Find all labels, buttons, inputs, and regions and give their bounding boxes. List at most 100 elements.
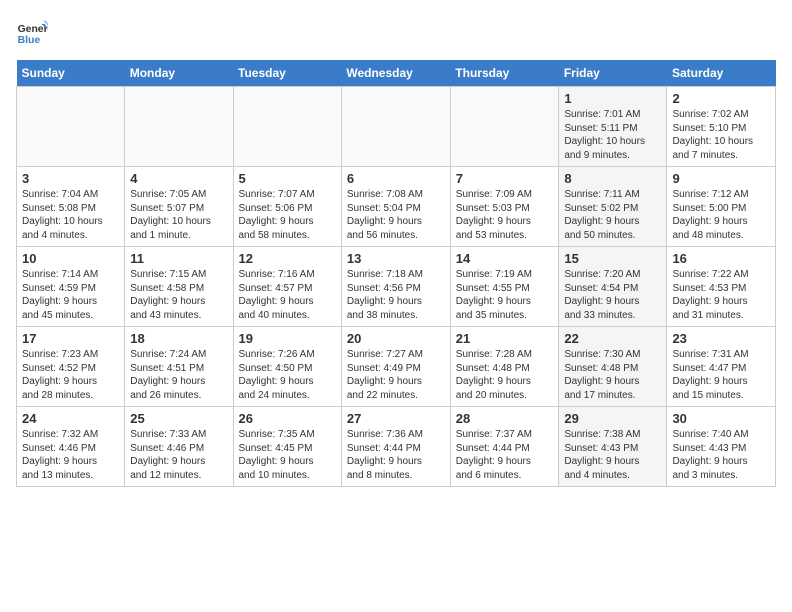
day-info: Sunrise: 7:12 AM Sunset: 5:00 PM Dayligh… [672, 188, 770, 242]
calendar-day-cell: 12 Sunrise: 7:16 AM Sunset: 4:57 PM Dayli… [233, 247, 341, 327]
day-info: Sunrise: 7:01 AM Sunset: 5:11 PM Dayligh… [564, 108, 661, 162]
calendar-day-cell: 23 Sunrise: 7:31 AM Sunset: 4:47 PM Dayli… [667, 327, 776, 407]
day-info: Sunrise: 7:30 AM Sunset: 4:48 PM Dayligh… [564, 348, 661, 402]
svg-text:Blue: Blue [18, 35, 41, 46]
calendar-day-cell: 4 Sunrise: 7:05 AM Sunset: 5:07 PM Daylig… [125, 167, 233, 247]
calendar-week-row: 24 Sunrise: 7:32 AM Sunset: 4:46 PM Dayli… [17, 407, 776, 487]
calendar-day-cell [17, 87, 125, 167]
logo: General Blue [16, 16, 48, 48]
calendar-day-cell [341, 87, 450, 167]
day-number: 10 [22, 251, 119, 266]
calendar-day-cell: 18 Sunrise: 7:24 AM Sunset: 4:51 PM Dayli… [125, 327, 233, 407]
calendar-day-cell: 11 Sunrise: 7:15 AM Sunset: 4:58 PM Dayli… [125, 247, 233, 327]
calendar-table: SundayMondayTuesdayWednesdayThursdayFrid… [16, 60, 776, 487]
day-number: 23 [672, 331, 770, 346]
calendar-day-cell: 20 Sunrise: 7:27 AM Sunset: 4:49 PM Dayli… [341, 327, 450, 407]
weekday-header-friday: Friday [559, 60, 667, 87]
calendar-week-row: 3 Sunrise: 7:04 AM Sunset: 5:08 PM Daylig… [17, 167, 776, 247]
day-number: 11 [130, 251, 227, 266]
calendar-day-cell: 29 Sunrise: 7:38 AM Sunset: 4:43 PM Dayli… [559, 407, 667, 487]
day-number: 24 [22, 411, 119, 426]
day-number: 28 [456, 411, 554, 426]
day-number: 7 [456, 171, 554, 186]
calendar-day-cell: 13 Sunrise: 7:18 AM Sunset: 4:56 PM Dayli… [341, 247, 450, 327]
day-info: Sunrise: 7:26 AM Sunset: 4:50 PM Dayligh… [239, 348, 336, 402]
calendar-day-cell: 8 Sunrise: 7:11 AM Sunset: 5:02 PM Daylig… [559, 167, 667, 247]
day-number: 8 [564, 171, 661, 186]
weekday-header-saturday: Saturday [667, 60, 776, 87]
day-info: Sunrise: 7:28 AM Sunset: 4:48 PM Dayligh… [456, 348, 554, 402]
day-info: Sunrise: 7:14 AM Sunset: 4:59 PM Dayligh… [22, 268, 119, 322]
day-info: Sunrise: 7:05 AM Sunset: 5:07 PM Dayligh… [130, 188, 227, 242]
day-number: 21 [456, 331, 554, 346]
day-info: Sunrise: 7:24 AM Sunset: 4:51 PM Dayligh… [130, 348, 227, 402]
day-info: Sunrise: 7:11 AM Sunset: 5:02 PM Dayligh… [564, 188, 661, 242]
day-info: Sunrise: 7:02 AM Sunset: 5:10 PM Dayligh… [672, 108, 770, 162]
day-info: Sunrise: 7:38 AM Sunset: 4:43 PM Dayligh… [564, 428, 661, 482]
day-info: Sunrise: 7:16 AM Sunset: 4:57 PM Dayligh… [239, 268, 336, 322]
day-number: 17 [22, 331, 119, 346]
day-number: 1 [564, 91, 661, 106]
day-number: 29 [564, 411, 661, 426]
calendar-day-cell: 7Sunrise: 7:09 AM Sunset: 5:03 PM Daylig… [450, 167, 559, 247]
day-number: 5 [239, 171, 336, 186]
calendar-day-cell: 27 Sunrise: 7:36 AM Sunset: 4:44 PM Dayli… [341, 407, 450, 487]
calendar-day-cell [125, 87, 233, 167]
weekday-header-sunday: Sunday [17, 60, 125, 87]
day-info: Sunrise: 7:35 AM Sunset: 4:45 PM Dayligh… [239, 428, 336, 482]
day-number: 18 [130, 331, 227, 346]
weekday-header-monday: Monday [125, 60, 233, 87]
day-number: 6 [347, 171, 445, 186]
day-number: 26 [239, 411, 336, 426]
calendar-day-cell: 5 Sunrise: 7:07 AM Sunset: 5:06 PM Daylig… [233, 167, 341, 247]
day-info: Sunrise: 7:20 AM Sunset: 4:54 PM Dayligh… [564, 268, 661, 322]
calendar-day-cell: 15Sunrise: 7:20 AM Sunset: 4:54 PM Dayli… [559, 247, 667, 327]
day-info: Sunrise: 7:32 AM Sunset: 4:46 PM Dayligh… [22, 428, 119, 482]
day-info: Sunrise: 7:40 AM Sunset: 4:43 PM Dayligh… [672, 428, 770, 482]
day-info: Sunrise: 7:18 AM Sunset: 4:56 PM Dayligh… [347, 268, 445, 322]
calendar-week-row: 10 Sunrise: 7:14 AM Sunset: 4:59 PM Dayli… [17, 247, 776, 327]
calendar-day-cell: 19 Sunrise: 7:26 AM Sunset: 4:50 PM Dayli… [233, 327, 341, 407]
day-number: 12 [239, 251, 336, 266]
day-number: 16 [672, 251, 770, 266]
day-info: Sunrise: 7:36 AM Sunset: 4:44 PM Dayligh… [347, 428, 445, 482]
day-info: Sunrise: 7:22 AM Sunset: 4:53 PM Dayligh… [672, 268, 770, 322]
day-info: Sunrise: 7:19 AM Sunset: 4:55 PM Dayligh… [456, 268, 554, 322]
day-info: Sunrise: 7:33 AM Sunset: 4:46 PM Dayligh… [130, 428, 227, 482]
calendar-day-cell: 9 Sunrise: 7:12 AM Sunset: 5:00 PM Daylig… [667, 167, 776, 247]
calendar-day-cell: 3 Sunrise: 7:04 AM Sunset: 5:08 PM Daylig… [17, 167, 125, 247]
calendar-day-cell: 10 Sunrise: 7:14 AM Sunset: 4:59 PM Dayli… [17, 247, 125, 327]
calendar-day-cell: 2Sunrise: 7:02 AM Sunset: 5:10 PM Daylig… [667, 87, 776, 167]
page-header: General Blue [16, 16, 776, 48]
day-number: 22 [564, 331, 661, 346]
day-info: Sunrise: 7:15 AM Sunset: 4:58 PM Dayligh… [130, 268, 227, 322]
calendar-week-row: 17Sunrise: 7:23 AM Sunset: 4:52 PM Dayli… [17, 327, 776, 407]
calendar-day-cell: 14Sunrise: 7:19 AM Sunset: 4:55 PM Dayli… [450, 247, 559, 327]
calendar-day-cell [450, 87, 559, 167]
day-number: 25 [130, 411, 227, 426]
calendar-week-row: 1 Sunrise: 7:01 AM Sunset: 5:11 PM Daylig… [17, 87, 776, 167]
weekday-header-tuesday: Tuesday [233, 60, 341, 87]
day-number: 19 [239, 331, 336, 346]
calendar-day-cell: 17Sunrise: 7:23 AM Sunset: 4:52 PM Dayli… [17, 327, 125, 407]
day-number: 3 [22, 171, 119, 186]
calendar-day-cell: 30Sunrise: 7:40 AM Sunset: 4:43 PM Dayli… [667, 407, 776, 487]
day-info: Sunrise: 7:07 AM Sunset: 5:06 PM Dayligh… [239, 188, 336, 242]
day-info: Sunrise: 7:08 AM Sunset: 5:04 PM Dayligh… [347, 188, 445, 242]
day-info: Sunrise: 7:27 AM Sunset: 4:49 PM Dayligh… [347, 348, 445, 402]
day-info: Sunrise: 7:31 AM Sunset: 4:47 PM Dayligh… [672, 348, 770, 402]
day-info: Sunrise: 7:37 AM Sunset: 4:44 PM Dayligh… [456, 428, 554, 482]
day-number: 13 [347, 251, 445, 266]
calendar-day-cell: 26 Sunrise: 7:35 AM Sunset: 4:45 PM Dayli… [233, 407, 341, 487]
weekday-header-wednesday: Wednesday [341, 60, 450, 87]
calendar-day-cell: 22 Sunrise: 7:30 AM Sunset: 4:48 PM Dayli… [559, 327, 667, 407]
day-number: 9 [672, 171, 770, 186]
day-number: 20 [347, 331, 445, 346]
day-number: 4 [130, 171, 227, 186]
calendar-day-cell: 6 Sunrise: 7:08 AM Sunset: 5:04 PM Daylig… [341, 167, 450, 247]
calendar-day-cell: 21 Sunrise: 7:28 AM Sunset: 4:48 PM Dayli… [450, 327, 559, 407]
day-info: Sunrise: 7:04 AM Sunset: 5:08 PM Dayligh… [22, 188, 119, 242]
day-number: 27 [347, 411, 445, 426]
calendar-day-cell: 16 Sunrise: 7:22 AM Sunset: 4:53 PM Dayli… [667, 247, 776, 327]
calendar-day-cell: 28 Sunrise: 7:37 AM Sunset: 4:44 PM Dayli… [450, 407, 559, 487]
